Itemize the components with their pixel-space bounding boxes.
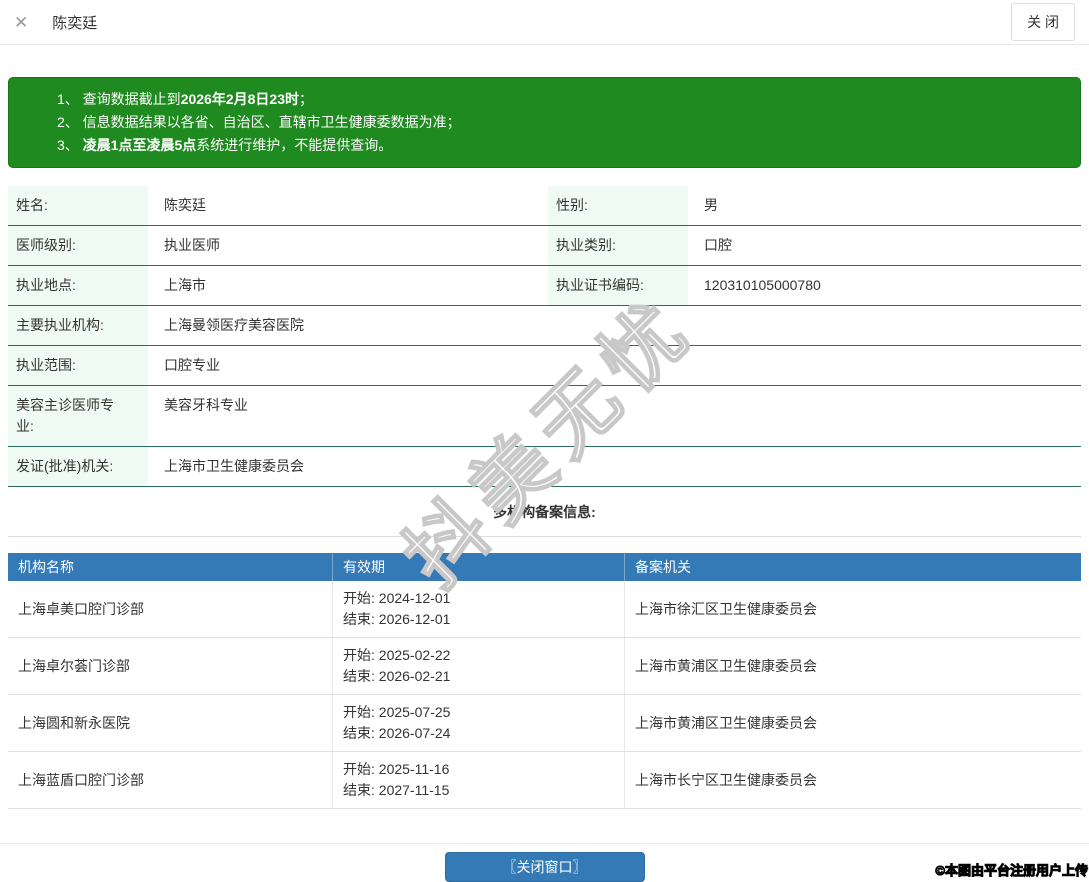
column-header-authority: 备案机关 [625,553,1081,581]
record-authority-cell: 上海市长宁区卫生健康委员会 [625,752,1081,808]
field-label-certificate-number: 执业证书编码: [548,266,688,305]
notice-bold-text: 2026年2月8日23时 [181,91,299,107]
validity-end: 结束: 2026-07-24 [343,723,614,744]
records-table-header: 机构名称 有效期 备案机关 [8,553,1081,581]
notice-line: 2、 信息数据结果以各省、自治区、直辖市卫生健康委数据为准； [57,111,1064,134]
notice-box: 1、 查询数据截止到2026年2月8日23时； 2、 信息数据结果以各省、自治区… [8,77,1081,168]
table-row: 上海卓美口腔门诊部 开始: 2024-12-01 结束: 2026-12-01 … [8,581,1081,638]
column-header-org: 机构名称 [8,553,333,581]
field-label-practice-scope: 执业范围: [8,346,148,385]
notice-text: 2、 信息数据结果以各省、自治区、直辖市卫生健康委数据为准； [57,114,461,130]
table-row: 发证(批准)机关: 上海市卫生健康委员会 [8,447,1081,487]
validity-start: 开始: 2024-12-01 [343,588,614,609]
record-validity-cell: 开始: 2025-02-22 结束: 2026-02-21 [333,638,625,694]
field-value-doctor-level: 执业医师 [148,226,548,265]
record-validity-cell: 开始: 2025-11-16 结束: 2027-11-15 [333,752,625,808]
notice-text: 1、 查询数据截止到 [57,91,181,107]
field-label-gender: 性别: [548,186,688,225]
table-row: 执业范围: 口腔专业 [8,346,1081,386]
field-label-practice-category: 执业类别: [548,226,688,265]
record-org-cell: 上海卓尔荟门诊部 [8,638,333,694]
record-authority-cell: 上海市黄浦区卫生健康委员会 [625,695,1081,751]
notice-line: 1、 查询数据截止到2026年2月8日23时； [57,88,1064,111]
records-table: 机构名称 有效期 备案机关 上海卓美口腔门诊部 开始: 2024-12-01 结… [8,553,1081,809]
close-icon[interactable]: ✕ [14,14,28,31]
field-label-doctor-level: 医师级别: [8,226,148,265]
table-row: 美容主诊医师专业: 美容牙科专业 [8,386,1081,447]
validity-end: 结束: 2026-02-21 [343,666,614,687]
table-row: 执业地点: 上海市 执业证书编码: 120310105000780 [8,266,1081,306]
record-validity-cell: 开始: 2024-12-01 结束: 2026-12-01 [333,581,625,637]
record-validity-cell: 开始: 2025-07-25 结束: 2026-07-24 [333,695,625,751]
notice-text: 系统进行维护，不能提供查询。 [196,137,392,153]
field-label-issuing-authority: 发证(批准)机关: [8,447,148,486]
field-label-practice-location: 执业地点: [8,266,148,305]
field-label-cosmetic-specialty: 美容主诊医师专业: [8,386,148,446]
validity-end: 结束: 2026-12-01 [343,609,614,630]
validity-start: 开始: 2025-11-16 [343,759,614,780]
notice-text: 3、 [57,137,83,153]
field-label-name: 姓名: [8,186,148,225]
field-value-practice-category: 口腔 [688,226,1081,265]
close-window-button[interactable]: 〖关闭窗口〗 [445,852,645,882]
footer: 〖关闭窗口〗 [0,843,1089,882]
notice-line: 3、 凌晨1点至凌晨5点系统进行维护，不能提供查询。 [57,134,1064,157]
close-button[interactable]: 关 闭 [1011,3,1075,41]
titlebar: ✕ 陈奕廷 关 闭 [0,0,1089,45]
table-row: 上海卓尔荟门诊部 开始: 2025-02-22 结束: 2026-02-21 上… [8,638,1081,695]
field-value-practice-scope: 口腔专业 [148,346,1081,385]
table-row: 姓名: 陈奕廷 性别: 男 [8,186,1081,226]
copyright-notice: ©本图由平台注册用户上传 [935,860,1088,879]
table-row: 上海圆和新永医院 开始: 2025-07-25 结束: 2026-07-24 上… [8,695,1081,752]
column-header-validity: 有效期 [333,553,625,581]
page-title: 陈奕廷 [52,12,97,33]
record-org-cell: 上海圆和新永医院 [8,695,333,751]
field-value-name: 陈奕廷 [148,186,548,225]
field-value-certificate-number: 120310105000780 [688,266,1081,305]
validity-start: 开始: 2025-07-25 [343,702,614,723]
record-org-cell: 上海蓝盾口腔门诊部 [8,752,333,808]
validity-end: 结束: 2027-11-15 [343,780,614,801]
field-value-cosmetic-specialty: 美容牙科专业 [148,386,1081,446]
practitioner-info-table: 姓名: 陈奕廷 性别: 男 医师级别: 执业医师 执业类别: 口腔 执业地点: … [8,186,1081,537]
field-value-main-institution: 上海曼领医疗美容医院 [148,306,1081,345]
record-authority-cell: 上海市黄浦区卫生健康委员会 [625,638,1081,694]
validity-start: 开始: 2025-02-22 [343,645,614,666]
record-org-cell: 上海卓美口腔门诊部 [8,581,333,637]
notice-bold-text: 凌晨1点至凌晨5点 [83,137,197,153]
table-row: 上海蓝盾口腔门诊部 开始: 2025-11-16 结束: 2027-11-15 … [8,752,1081,809]
main-content: 1、 查询数据截止到2026年2月8日23时； 2、 信息数据结果以各省、自治区… [8,77,1081,809]
multi-institution-heading: 多机构备案信息: [8,487,1081,537]
notice-text: ； [299,91,313,107]
table-row: 主要执业机构: 上海曼领医疗美容医院 [8,306,1081,346]
field-value-gender: 男 [688,186,1081,225]
field-label-main-institution: 主要执业机构: [8,306,148,345]
field-value-practice-location: 上海市 [148,266,548,305]
table-row: 医师级别: 执业医师 执业类别: 口腔 [8,226,1081,266]
record-authority-cell: 上海市徐汇区卫生健康委员会 [625,581,1081,637]
field-value-issuing-authority: 上海市卫生健康委员会 [148,447,1081,486]
